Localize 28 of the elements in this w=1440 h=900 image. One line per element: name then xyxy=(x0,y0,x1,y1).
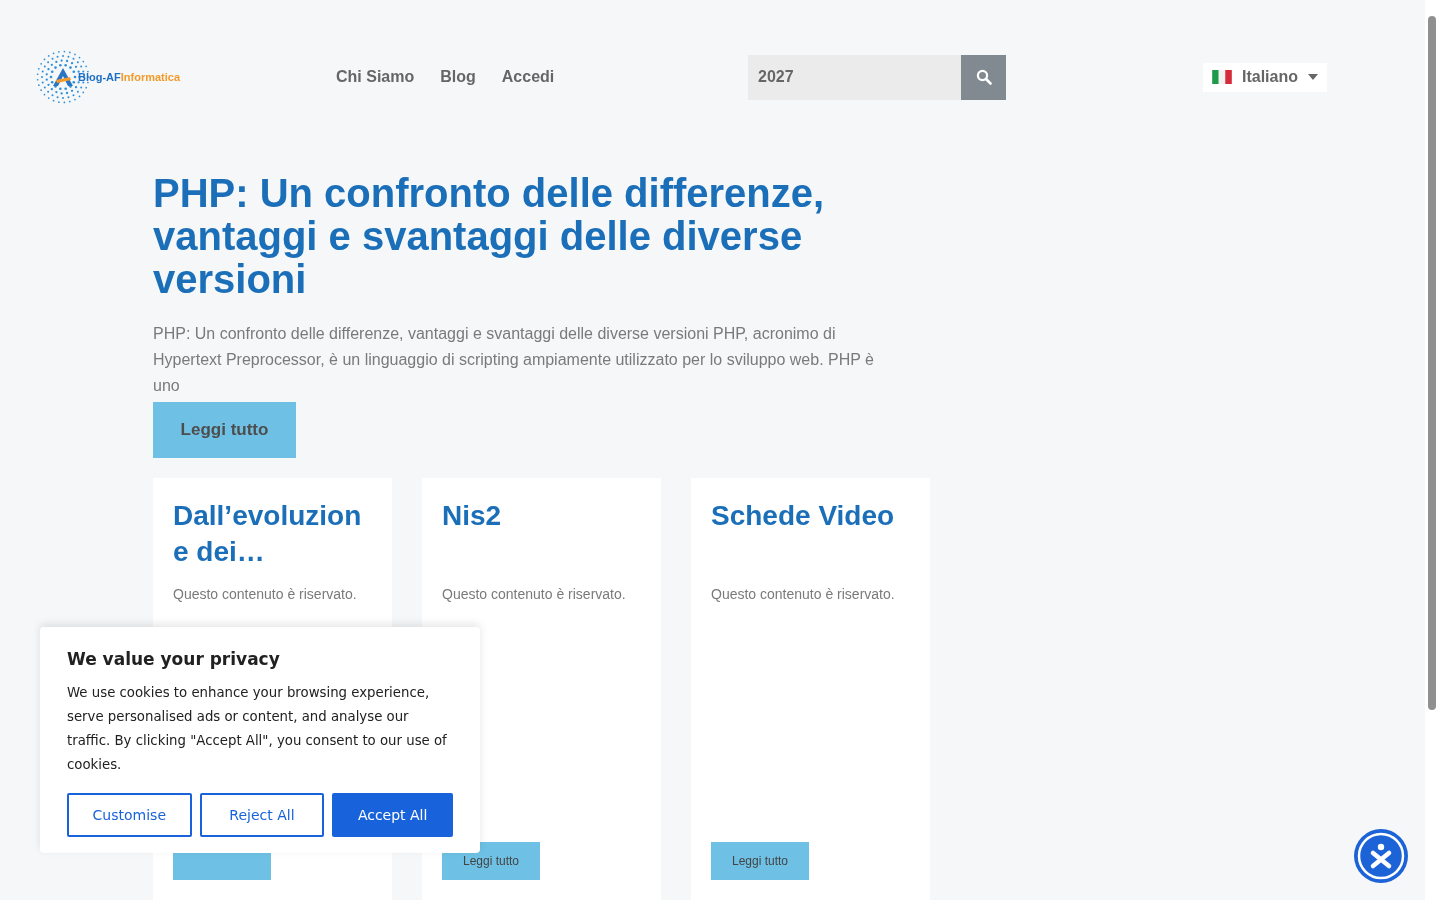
cookie-text: We use cookies to enhance your browsing experience, serve personalised ads or content, and analyse our traffic. By clicking "Accept All", you consent to our use of cookies. xyxy=(67,684,448,774)
cookie-button[interactable]: Reject All xyxy=(199,793,325,837)
logo-text[interactable]: Blog-AFInformatica xyxy=(78,71,181,83)
cookie-title: We value your privacy xyxy=(67,649,281,669)
search-icon xyxy=(975,69,992,85)
card-text: Questo contenuto è riservato. xyxy=(442,586,627,602)
card-title[interactable]: Schede Video xyxy=(711,498,910,570)
flag-icon xyxy=(1212,70,1232,84)
search-button[interactable] xyxy=(961,54,1006,100)
read-more-button[interactable]: Leggi tutto xyxy=(153,402,296,458)
search-field[interactable]: 2027 xyxy=(748,54,961,100)
nav-link[interactable]: Blog xyxy=(440,68,476,86)
card-title[interactable]: Dall’evoluzion e dei… xyxy=(173,498,372,570)
cookie-button[interactable]: Customise xyxy=(67,793,192,837)
language-selector[interactable]: Italiano xyxy=(1203,62,1327,92)
read-more-button[interactable]: Leggi tutto xyxy=(711,842,809,880)
card-text: Questo contenuto è riservato. xyxy=(173,586,358,602)
cookie-button[interactable]: Accept All xyxy=(332,793,453,837)
nav-link[interactable]: Accedi xyxy=(501,68,555,86)
caret-icon xyxy=(1308,74,1318,80)
scrollbar[interactable] xyxy=(1425,0,1440,900)
nav-link[interactable]: Chi Siamo xyxy=(336,68,415,86)
card-text: Questo contenuto è riservato. xyxy=(711,586,896,602)
article-excerpt: PHP: Un confronto delle differenze, vantaggi e svantaggi delle diverse versioni PHP, acronimo di Hypertext Preprocessor, è un linguaggio di scripting ampiamente utilizzato per lo sviluppo web. PHP è uno xyxy=(153,324,875,396)
accessibility-icon xyxy=(1353,828,1409,884)
card-title[interactable]: Nis2 xyxy=(442,498,641,570)
accessibility-button[interactable] xyxy=(1353,828,1409,884)
article-title[interactable]: PHP: Un confronto delle differenze, vantaggi e svantaggi delle diverse versioni xyxy=(153,172,853,301)
